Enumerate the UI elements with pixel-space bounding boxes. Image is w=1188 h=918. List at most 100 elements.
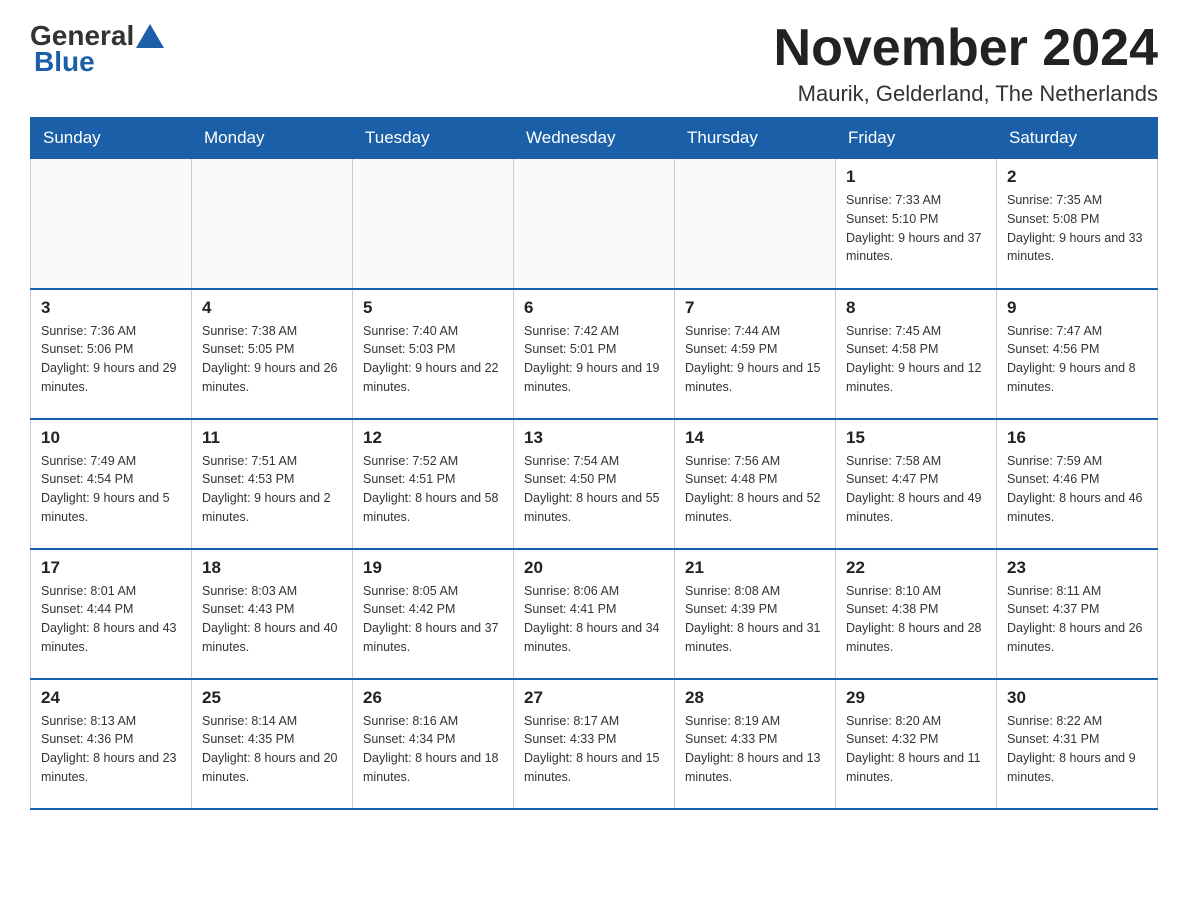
day-info: Sunrise: 7:59 AMSunset: 4:46 PMDaylight:…	[1007, 452, 1147, 527]
day-info: Sunrise: 7:51 AMSunset: 4:53 PMDaylight:…	[202, 452, 342, 527]
calendar-week-row: 3 Sunrise: 7:36 AMSunset: 5:06 PMDaylight…	[31, 289, 1158, 419]
day-number: 7	[685, 298, 825, 318]
calendar-cell: 8 Sunrise: 7:45 AMSunset: 4:58 PMDaylight…	[836, 289, 997, 419]
day-info: Sunrise: 7:45 AMSunset: 4:58 PMDaylight:…	[846, 322, 986, 397]
day-info: Sunrise: 8:22 AMSunset: 4:31 PMDaylight:…	[1007, 712, 1147, 787]
calendar-cell	[192, 159, 353, 289]
day-info: Sunrise: 8:06 AMSunset: 4:41 PMDaylight:…	[524, 582, 664, 657]
calendar-week-row: 24 Sunrise: 8:13 AMSunset: 4:36 PMDayligh…	[31, 679, 1158, 809]
calendar-cell: 29 Sunrise: 8:20 AMSunset: 4:32 PMDayligh…	[836, 679, 997, 809]
logo-blue-text: Blue	[34, 46, 95, 78]
calendar-cell: 2Sunrise: 7:35 AMSunset: 5:08 PMDaylight…	[997, 159, 1158, 289]
calendar-table: SundayMondayTuesdayWednesdayThursdayFrid…	[30, 117, 1158, 810]
day-info: Sunrise: 7:36 AMSunset: 5:06 PMDaylight:…	[41, 322, 181, 397]
day-info: Sunrise: 7:33 AMSunset: 5:10 PMDaylight:…	[846, 191, 986, 266]
calendar-cell: 23 Sunrise: 8:11 AMSunset: 4:37 PMDayligh…	[997, 549, 1158, 679]
calendar-cell: 4 Sunrise: 7:38 AMSunset: 5:05 PMDaylight…	[192, 289, 353, 419]
day-info: Sunrise: 8:08 AMSunset: 4:39 PMDaylight:…	[685, 582, 825, 657]
calendar-cell: 26Sunrise: 8:16 AMSunset: 4:34 PMDayligh…	[353, 679, 514, 809]
day-info: Sunrise: 7:38 AMSunset: 5:05 PMDaylight:…	[202, 322, 342, 397]
day-info: Sunrise: 8:05 AMSunset: 4:42 PMDaylight:…	[363, 582, 503, 657]
day-info: Sunrise: 7:49 AMSunset: 4:54 PMDaylight:…	[41, 452, 181, 527]
day-number: 24	[41, 688, 181, 708]
calendar-cell	[514, 159, 675, 289]
calendar-cell: 24 Sunrise: 8:13 AMSunset: 4:36 PMDayligh…	[31, 679, 192, 809]
day-number: 12	[363, 428, 503, 448]
day-number: 11	[202, 428, 342, 448]
day-number: 19	[363, 558, 503, 578]
day-number: 10	[41, 428, 181, 448]
calendar-cell: 21Sunrise: 8:08 AMSunset: 4:39 PMDayligh…	[675, 549, 836, 679]
day-info: Sunrise: 7:58 AMSunset: 4:47 PMDaylight:…	[846, 452, 986, 527]
day-number: 29	[846, 688, 986, 708]
calendar-cell: 9 Sunrise: 7:47 AMSunset: 4:56 PMDaylight…	[997, 289, 1158, 419]
weekday-header-tuesday: Tuesday	[353, 118, 514, 159]
calendar-cell	[353, 159, 514, 289]
calendar-cell: 1 Sunrise: 7:33 AMSunset: 5:10 PMDaylight…	[836, 159, 997, 289]
day-number: 15	[846, 428, 986, 448]
day-number: 23	[1007, 558, 1147, 578]
day-info: Sunrise: 8:20 AMSunset: 4:32 PMDaylight:…	[846, 712, 986, 787]
calendar-cell	[675, 159, 836, 289]
day-number: 30	[1007, 688, 1147, 708]
day-number: 4	[202, 298, 342, 318]
day-number: 20	[524, 558, 664, 578]
day-info: Sunrise: 8:13 AMSunset: 4:36 PMDaylight:…	[41, 712, 181, 787]
calendar-cell: 7 Sunrise: 7:44 AMSunset: 4:59 PMDaylight…	[675, 289, 836, 419]
day-info: Sunrise: 7:35 AMSunset: 5:08 PMDaylight:…	[1007, 191, 1147, 266]
day-number: 8	[846, 298, 986, 318]
day-info: Sunrise: 8:17 AMSunset: 4:33 PMDaylight:…	[524, 712, 664, 787]
calendar-cell: 5 Sunrise: 7:40 AMSunset: 5:03 PMDaylight…	[353, 289, 514, 419]
day-number: 18	[202, 558, 342, 578]
day-info: Sunrise: 8:19 AMSunset: 4:33 PMDaylight:…	[685, 712, 825, 787]
calendar-cell: 13Sunrise: 7:54 AMSunset: 4:50 PMDayligh…	[514, 419, 675, 549]
calendar-cell: 15 Sunrise: 7:58 AMSunset: 4:47 PMDayligh…	[836, 419, 997, 549]
calendar-cell: 25 Sunrise: 8:14 AMSunset: 4:35 PMDayligh…	[192, 679, 353, 809]
calendar-cell: 28 Sunrise: 8:19 AMSunset: 4:33 PMDayligh…	[675, 679, 836, 809]
day-number: 26	[363, 688, 503, 708]
day-info: Sunrise: 8:10 AMSunset: 4:38 PMDaylight:…	[846, 582, 986, 657]
calendar-cell: 27 Sunrise: 8:17 AMSunset: 4:33 PMDayligh…	[514, 679, 675, 809]
calendar-cell: 6Sunrise: 7:42 AMSunset: 5:01 PMDaylight…	[514, 289, 675, 419]
logo: General Blue	[30, 20, 166, 78]
day-number: 6	[524, 298, 664, 318]
calendar-cell: 12 Sunrise: 7:52 AMSunset: 4:51 PMDayligh…	[353, 419, 514, 549]
day-number: 28	[685, 688, 825, 708]
day-number: 14	[685, 428, 825, 448]
day-info: Sunrise: 7:56 AMSunset: 4:48 PMDaylight:…	[685, 452, 825, 527]
calendar-cell	[31, 159, 192, 289]
calendar-week-row: 1 Sunrise: 7:33 AMSunset: 5:10 PMDaylight…	[31, 159, 1158, 289]
calendar-cell: 14 Sunrise: 7:56 AMSunset: 4:48 PMDayligh…	[675, 419, 836, 549]
month-title: November 2024	[774, 20, 1158, 77]
day-number: 5	[363, 298, 503, 318]
calendar-cell: 10 Sunrise: 7:49 AMSunset: 4:54 PMDayligh…	[31, 419, 192, 549]
title-area: November 2024 Maurik, Gelderland, The Ne…	[774, 20, 1158, 107]
calendar-cell: 20 Sunrise: 8:06 AMSunset: 4:41 PMDayligh…	[514, 549, 675, 679]
weekday-header-thursday: Thursday	[675, 118, 836, 159]
day-info: Sunrise: 7:44 AMSunset: 4:59 PMDaylight:…	[685, 322, 825, 397]
day-info: Sunrise: 8:01 AMSunset: 4:44 PMDaylight:…	[41, 582, 181, 657]
day-info: Sunrise: 7:40 AMSunset: 5:03 PMDaylight:…	[363, 322, 503, 397]
logo-triangle-icon	[136, 24, 164, 48]
day-number: 3	[41, 298, 181, 318]
weekday-header-monday: Monday	[192, 118, 353, 159]
day-number: 1	[846, 167, 986, 187]
page-header: General Blue November 2024 Maurik, Gelde…	[30, 20, 1158, 107]
day-number: 27	[524, 688, 664, 708]
day-info: Sunrise: 8:11 AMSunset: 4:37 PMDaylight:…	[1007, 582, 1147, 657]
day-number: 9	[1007, 298, 1147, 318]
calendar-cell: 16Sunrise: 7:59 AMSunset: 4:46 PMDayligh…	[997, 419, 1158, 549]
day-info: Sunrise: 7:52 AMSunset: 4:51 PMDaylight:…	[363, 452, 503, 527]
calendar-cell: 17 Sunrise: 8:01 AMSunset: 4:44 PMDayligh…	[31, 549, 192, 679]
calendar-cell: 22Sunrise: 8:10 AMSunset: 4:38 PMDayligh…	[836, 549, 997, 679]
calendar-week-row: 10 Sunrise: 7:49 AMSunset: 4:54 PMDayligh…	[31, 419, 1158, 549]
day-info: Sunrise: 8:14 AMSunset: 4:35 PMDaylight:…	[202, 712, 342, 787]
calendar-week-row: 17 Sunrise: 8:01 AMSunset: 4:44 PMDayligh…	[31, 549, 1158, 679]
day-info: Sunrise: 7:54 AMSunset: 4:50 PMDaylight:…	[524, 452, 664, 527]
day-info: Sunrise: 7:47 AMSunset: 4:56 PMDaylight:…	[1007, 322, 1147, 397]
weekday-header-saturday: Saturday	[997, 118, 1158, 159]
day-number: 25	[202, 688, 342, 708]
day-number: 17	[41, 558, 181, 578]
calendar-cell: 11 Sunrise: 7:51 AMSunset: 4:53 PMDayligh…	[192, 419, 353, 549]
calendar-header-row: SundayMondayTuesdayWednesdayThursdayFrid…	[31, 118, 1158, 159]
